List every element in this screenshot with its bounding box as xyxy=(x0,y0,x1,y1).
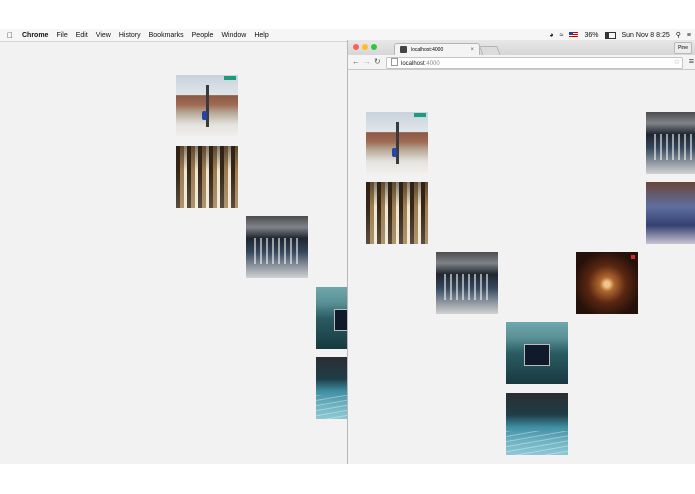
battery-percent[interactable]: 36% xyxy=(584,32,598,39)
top-margin xyxy=(0,0,695,29)
notification-list-icon[interactable]: ≡ xyxy=(687,32,691,39)
menu-bookmarks[interactable]: Bookmarks xyxy=(149,32,184,39)
menu-view[interactable]: View xyxy=(96,32,111,39)
photo-stage[interactable] xyxy=(506,322,568,384)
menu-history[interactable]: History xyxy=(119,32,141,39)
menu-edit[interactable]: Edit xyxy=(76,32,88,39)
photo-crowd-partial[interactable] xyxy=(646,182,695,244)
tab-title: localhost:4000 xyxy=(411,47,444,53)
address-host: localhost xyxy=(401,61,425,67)
photo-street[interactable] xyxy=(176,75,238,137)
tab-close-icon[interactable]: × xyxy=(470,47,474,53)
street-sign xyxy=(224,76,236,80)
photo-hall-partial[interactable] xyxy=(646,112,695,174)
street-sign xyxy=(414,113,426,117)
page-viewport xyxy=(348,70,695,464)
wifi-icon[interactable]: ≈ xyxy=(560,32,564,39)
browser-toolbar: ← → ↻ localhost:4000 ☆ ≡ xyxy=(348,55,695,70)
photo-hall[interactable] xyxy=(436,252,498,314)
apple-icon[interactable]:  xyxy=(7,31,13,40)
photo-cafeteria[interactable] xyxy=(176,146,238,208)
menu-window[interactable]: Window xyxy=(221,32,246,39)
hamburger-menu-icon[interactable]: ≡ xyxy=(689,56,694,66)
maximize-window-button[interactable] xyxy=(371,44,377,50)
menu-clock[interactable]: Sun Nov 8 8:25 xyxy=(622,32,670,39)
menu-file[interactable]: File xyxy=(56,32,67,39)
input-source-flag-icon[interactable] xyxy=(569,32,579,38)
sync-status-icon[interactable]: ◕ xyxy=(549,32,553,39)
photo-tunnel[interactable] xyxy=(576,252,638,314)
star-icon[interactable]: ☆ xyxy=(674,58,680,68)
menu-app-name[interactable]: Chrome xyxy=(22,32,48,39)
tab-favicon-icon xyxy=(400,46,407,53)
address-port: :4000 xyxy=(424,61,440,67)
menu-people[interactable]: People xyxy=(192,32,214,39)
page-icon xyxy=(391,58,398,66)
photo-pool[interactable] xyxy=(506,393,568,455)
close-window-button[interactable] xyxy=(353,44,359,50)
background-browser-canvas xyxy=(0,42,348,464)
address-bar[interactable]: localhost:4000 ☆ xyxy=(386,57,683,69)
search-icon[interactable]: ⚲ xyxy=(676,31,681,39)
photo-street[interactable] xyxy=(366,112,428,174)
back-arrow-icon[interactable]: ← xyxy=(352,57,360,67)
photo-hall[interactable] xyxy=(246,216,308,278)
photo-cafeteria[interactable] xyxy=(366,182,428,244)
minimize-window-button[interactable] xyxy=(362,44,368,50)
forward-arrow-icon[interactable]: → xyxy=(363,57,371,67)
photo-pool[interactable] xyxy=(316,357,348,419)
photo-stage[interactable] xyxy=(316,287,348,349)
menu-help[interactable]: Help xyxy=(254,32,268,39)
battery-icon[interactable] xyxy=(604,31,616,39)
profile-button[interactable]: Pine xyxy=(673,42,692,54)
window-titlebar[interactable]: localhost:4000 × Pine xyxy=(348,40,695,56)
bottom-margin xyxy=(0,464,695,494)
chrome-window: localhost:4000 × Pine ← → ↻ localhost:40… xyxy=(347,40,695,464)
reload-icon[interactable]: ↻ xyxy=(374,57,381,67)
